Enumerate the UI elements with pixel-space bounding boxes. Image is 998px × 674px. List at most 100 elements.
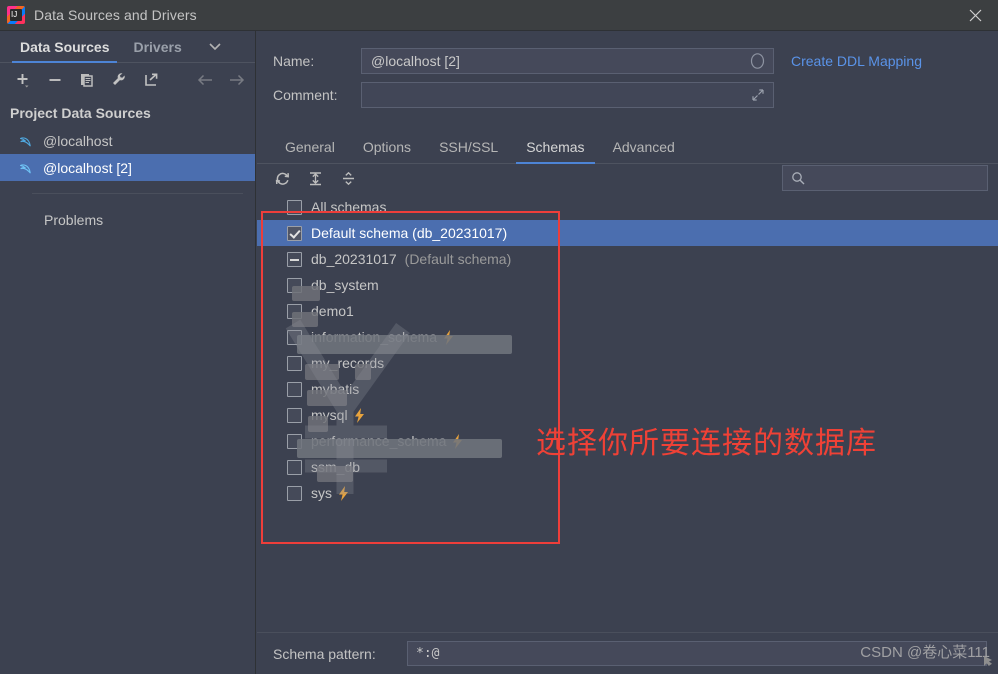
expand-diagonal-icon[interactable] bbox=[751, 88, 765, 102]
tree-row-mybatis[interactable]: mybatis bbox=[257, 376, 998, 402]
arrow-left-icon bbox=[197, 74, 212, 86]
checkbox-unchecked[interactable] bbox=[287, 355, 302, 371]
search-input[interactable] bbox=[782, 165, 988, 191]
schema-tree: All schemas Default schema (db_20231017)… bbox=[257, 194, 998, 554]
close-icon bbox=[969, 9, 981, 22]
create-ddl-mapping-link[interactable]: Create DDL Mapping bbox=[791, 53, 922, 69]
schema-pattern-bar: Schema pattern: *:@ bbox=[257, 632, 998, 674]
navigate-back-button[interactable] bbox=[189, 66, 221, 94]
tab-drivers[interactable]: Drivers bbox=[121, 39, 193, 62]
arrow-right-icon bbox=[230, 74, 245, 86]
sidebar-tabs: Data Sources Drivers bbox=[0, 31, 255, 63]
navigate-forward-button[interactable] bbox=[221, 66, 253, 94]
tree-row-label: ssm_db bbox=[311, 459, 361, 475]
comment-input[interactable] bbox=[361, 82, 774, 108]
tree-row-demo1[interactable]: demo1 bbox=[257, 298, 998, 324]
tree-row-default-schema[interactable]: Default schema (db_20231017) bbox=[257, 220, 998, 246]
tab-options[interactable]: Options bbox=[349, 139, 425, 163]
comment-label: Comment: bbox=[273, 87, 338, 103]
collapse-all-icon bbox=[343, 171, 354, 185]
tree-row-performance-schema[interactable]: performance_schema bbox=[257, 428, 998, 454]
expand-all-icon bbox=[310, 171, 321, 185]
wrench-icon bbox=[113, 73, 125, 85]
refresh-button[interactable] bbox=[266, 165, 299, 191]
sidebar-item-label: @localhost [2] bbox=[43, 159, 132, 176]
tree-row-label: Default schema (db_20231017) bbox=[311, 225, 508, 241]
circle-icon[interactable] bbox=[750, 53, 765, 70]
collapse-all-button[interactable] bbox=[332, 165, 365, 191]
details-panel: Name: @localhost [2] Create DDL Mapping … bbox=[257, 31, 998, 674]
tree-row-sys[interactable]: sys bbox=[257, 480, 998, 506]
expand-all-button[interactable] bbox=[299, 165, 332, 191]
minus-icon bbox=[49, 79, 61, 81]
tree-row-label: db_system bbox=[311, 277, 379, 293]
tree-row-label: performance_schema bbox=[311, 433, 447, 449]
tree-row-label: my_records bbox=[311, 355, 385, 371]
refresh-icon bbox=[275, 172, 289, 185]
tab-ssh-ssl[interactable]: SSH/SSL bbox=[425, 139, 512, 163]
tree-row-mysql[interactable]: mysql bbox=[257, 402, 998, 428]
tree-row-ssm-db[interactable]: ssm_db bbox=[257, 454, 998, 480]
remove-data-source-button[interactable] bbox=[39, 66, 71, 94]
tree-row-label: mysql bbox=[311, 407, 348, 423]
window-title-bar: IJ Data Sources and Drivers bbox=[0, 0, 998, 31]
mysql-dolphin-icon bbox=[18, 160, 34, 176]
import-export-button[interactable] bbox=[135, 66, 167, 94]
checkbox-unchecked[interactable] bbox=[287, 459, 302, 475]
tab-data-sources[interactable]: Data Sources bbox=[8, 39, 121, 63]
sidebar-item-localhost-2[interactable]: @localhost [2] bbox=[0, 154, 255, 181]
tab-schemas[interactable]: Schemas bbox=[512, 139, 598, 164]
detail-tabs: General Options SSH/SSL Schemas Advanced bbox=[257, 128, 998, 164]
tree-row-label: All schemas bbox=[311, 199, 387, 215]
copy-icon bbox=[81, 74, 93, 87]
chevron-down-icon[interactable] bbox=[208, 38, 222, 56]
tree-row-my-records[interactable]: my_records bbox=[257, 350, 998, 376]
tab-general[interactable]: General bbox=[271, 139, 349, 163]
tree-row-db-20231017[interactable]: db_20231017 (Default schema) bbox=[257, 246, 998, 272]
plus-icon bbox=[17, 74, 29, 88]
search-field[interactable] bbox=[811, 169, 971, 187]
tree-row-all-schemas[interactable]: All schemas bbox=[257, 194, 998, 220]
name-input[interactable]: @localhost [2] bbox=[361, 48, 774, 74]
checkbox-unchecked[interactable] bbox=[287, 199, 302, 215]
schema-pattern-value: *:@ bbox=[416, 646, 440, 661]
checkbox-unchecked[interactable] bbox=[287, 277, 302, 293]
tree-row-db-system[interactable]: db_system bbox=[257, 272, 998, 298]
tree-row-suffix: (Default schema) bbox=[404, 251, 512, 267]
checkbox-checked[interactable] bbox=[287, 225, 302, 241]
tree-row-label: sys bbox=[311, 485, 332, 501]
mysql-dolphin-icon bbox=[18, 133, 34, 149]
comment-field-row: Comment: bbox=[257, 78, 998, 112]
checkbox-unchecked[interactable] bbox=[287, 381, 302, 397]
checkbox-unchecked[interactable] bbox=[287, 329, 302, 345]
sidebar-toolbar bbox=[0, 63, 255, 97]
properties-button[interactable] bbox=[103, 66, 135, 94]
checkbox-unchecked[interactable] bbox=[287, 303, 302, 319]
checkbox-unchecked[interactable] bbox=[287, 433, 302, 449]
name-field-row: Name: @localhost [2] Create DDL Mapping bbox=[257, 44, 998, 78]
intellij-idea-icon: IJ bbox=[7, 6, 25, 24]
export-arrow-icon bbox=[145, 73, 158, 86]
sidebar: Data Sources Drivers Project Data Source… bbox=[0, 31, 256, 674]
checkbox-unchecked[interactable] bbox=[287, 407, 302, 423]
checkbox-indeterminate[interactable] bbox=[287, 251, 302, 267]
section-title-project-data-sources: Project Data Sources bbox=[10, 105, 151, 121]
checkbox-unchecked[interactable] bbox=[287, 485, 302, 501]
window-title: Data Sources and Drivers bbox=[34, 7, 197, 23]
name-input-value: @localhost [2] bbox=[371, 53, 460, 69]
tab-advanced[interactable]: Advanced bbox=[599, 139, 689, 163]
name-label: Name: bbox=[273, 53, 315, 69]
tree-row-information-schema[interactable]: information_schema bbox=[257, 324, 998, 350]
schema-pattern-input[interactable]: *:@ bbox=[407, 641, 987, 666]
schema-pattern-label: Schema pattern: bbox=[273, 645, 376, 662]
close-button[interactable] bbox=[952, 0, 998, 31]
duplicate-data-source-button[interactable] bbox=[71, 66, 103, 94]
lightning-icon bbox=[354, 407, 366, 423]
lightning-icon bbox=[443, 329, 455, 345]
sidebar-item-localhost[interactable]: @localhost bbox=[0, 127, 255, 154]
sidebar-item-problems[interactable]: Problems bbox=[0, 194, 255, 228]
schema-tree-toolbar bbox=[257, 164, 998, 192]
lightning-icon bbox=[338, 485, 350, 501]
add-data-source-button[interactable] bbox=[7, 66, 39, 94]
tree-row-label: db_20231017 bbox=[311, 251, 397, 267]
